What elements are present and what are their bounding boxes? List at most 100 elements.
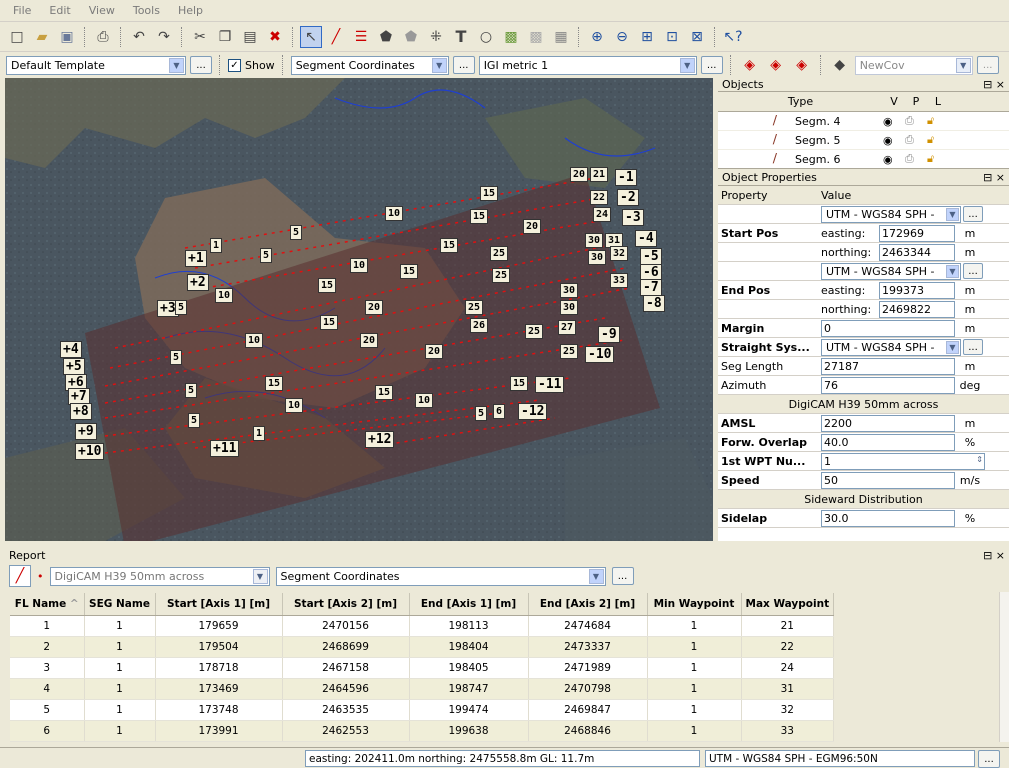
table-row[interactable]: 5 1 173748 2463535 199474 2469847 1 32 [10,699,835,721]
sidelap-input[interactable]: 30.0 [821,509,955,527]
unlock-icon[interactable]: 🔓︎ [927,114,949,128]
col-min-waypoint[interactable]: Min Waypoint [647,593,742,616]
menu-help[interactable]: Help [169,4,212,17]
coverage-add-icon[interactable]: ◈ [791,54,813,76]
visibility-eye-icon[interactable]: ◉ [883,134,905,147]
col-fl-name[interactable]: FL Name ^ [10,593,85,616]
printer-icon[interactable]: ⎙ [905,133,927,147]
image-layer-3-icon[interactable]: ▦ [550,26,572,48]
coord-mode-browse-button[interactable]: ... [452,56,475,74]
speed-input[interactable]: 50 [821,471,955,489]
circle-icon[interactable]: ○ [475,26,497,48]
unlock-icon[interactable]: 🔓︎ [927,152,949,166]
open-folder-icon[interactable]: ▰ [31,26,53,48]
map-view[interactable]: -1 -2 -3 -4 -5 -6 -7 -8 -9 -10 -11 -12 +… [5,78,713,541]
segment-end-label[interactable]: -4 [635,230,657,247]
show-checkbox[interactable]: ✓ [228,58,241,72]
segment-end-label[interactable]: -10 [585,346,615,363]
start-crs-select[interactable]: UTM - WGS84 SPH - ▼ [821,205,961,223]
segment-end-label[interactable]: -8 [643,295,665,312]
menu-view[interactable]: View [80,4,124,17]
coverage-diamond-icon[interactable]: ◆ [829,54,851,76]
table-row[interactable]: 6 1 173991 2462553 199638 2468846 1 33 [10,720,835,742]
segment-end-label[interactable]: -11 [535,376,565,393]
metric-browse-button[interactable]: ... [700,56,723,74]
new-file-icon[interactable]: □ [6,26,28,48]
report-camera-select[interactable]: DigiCAM H39 50mm across ▼ [49,566,270,586]
zoom-out-icon[interactable]: ⊖ [611,26,633,48]
azimuth-input[interactable]: 76 [821,376,955,394]
col-end-axis1[interactable]: End [Axis 1] [m] [409,593,529,616]
zoom-window-icon[interactable]: ⊡ [661,26,683,48]
object-row[interactable]: ⧸ Segm. 6 ◉ ⎙ 🔓︎ [718,150,1009,169]
segment-start-label[interactable]: +1 [185,250,207,267]
polygon-2-icon[interactable]: ⬟ [400,26,422,48]
col-end-axis2[interactable]: End [Axis 2] [m] [528,593,648,616]
segment-start-label[interactable]: +8 [70,403,92,420]
undo-icon[interactable]: ↶ [128,26,150,48]
printer-icon[interactable]: ⎙ [905,114,927,128]
menu-file[interactable]: File [4,4,40,17]
printer-icon[interactable]: ⎙ [905,152,927,166]
object-row[interactable]: ⧸ Segm. 5 ◉ ⎙ 🔓︎ [718,131,1009,150]
segment-end-label[interactable]: -5 [640,248,662,265]
first-wpt-spinner[interactable]: 1 ⇕ [821,452,985,470]
object-row[interactable]: ⧸ Segm. 4 ◉ ⎙ 🔓︎ [718,112,1009,131]
segments-icon[interactable]: ☰ [350,26,372,48]
straight-sys-select[interactable]: UTM - WGS84 SPH - ▼ [821,338,961,356]
grid-icon[interactable]: ⁜ [425,26,447,48]
segment-start-label[interactable]: +12 [365,431,395,448]
table-row[interactable]: 1 1 179659 2470156 198113 2474684 1 21 [10,615,835,637]
help-pointer-icon[interactable]: ↖? [722,26,744,48]
select-pointer-icon[interactable]: ↖ [300,25,322,48]
segment-end-label[interactable]: -1 [615,169,637,186]
undock-icon[interactable]: ⊟ × [983,549,1005,562]
coverage-browse-button[interactable]: ... [976,56,999,74]
polygon-icon[interactable]: ⬟ [375,26,397,48]
metric-select[interactable]: IGI metric 1 ▼ [478,55,697,75]
segment-start-label[interactable]: +2 [187,274,209,291]
redo-icon[interactable]: ↷ [153,26,175,48]
undock-icon[interactable]: ⊟ × [983,78,1005,91]
menu-edit[interactable]: Edit [40,4,79,17]
end-crs-browse-button[interactable]: ... [963,263,983,279]
status-crs-browse-button[interactable]: ... [978,750,1000,768]
straight-sys-browse-button[interactable]: ... [963,339,983,355]
unlock-icon[interactable]: 🔓︎ [927,133,949,147]
forw-overlap-input[interactable]: 40.0 [821,433,955,451]
start-easting-input[interactable]: 172969 [879,224,955,242]
table-row[interactable]: 4 1 173469 2464596 198747 2470798 1 31 [10,678,835,700]
seg-length-input[interactable]: 27187 [821,357,955,375]
col-max-waypoint[interactable]: Max Waypoint [741,593,835,616]
coord-mode-select[interactable]: Segment Coordinates ▼ [290,55,449,75]
coverage-select[interactable]: NewCov ▼ [854,55,973,75]
report-scrollbar[interactable] [999,592,1009,742]
segment-end-label[interactable]: -3 [622,209,644,226]
segment-end-label[interactable]: -12 [518,403,548,420]
start-northing-input[interactable]: 2463344 [879,243,955,261]
margin-input[interactable]: 0 [821,319,955,337]
draw-line-icon[interactable]: ╱ [325,26,347,48]
segment-start-label[interactable]: +10 [75,443,105,460]
template-select[interactable]: Default Template ▼ [6,55,186,75]
save-icon[interactable]: ▣ [56,26,78,48]
spinner-icon[interactable]: ⇕ [976,455,983,464]
segment-start-label[interactable]: +5 [63,358,85,375]
visibility-eye-icon[interactable]: ◉ [883,115,905,128]
image-layer-icon[interactable]: ▩ [500,26,522,48]
start-crs-browse-button[interactable]: ... [963,206,983,222]
segment-start-label[interactable]: +11 [210,440,240,457]
table-row[interactable]: 3 1 178718 2467158 198405 2471989 1 24 [10,657,835,679]
copy-icon[interactable]: ❐ [214,26,236,48]
draw-line-icon[interactable]: ╱ [9,565,31,587]
segment-start-label[interactable]: +4 [60,341,82,358]
col-start-axis2[interactable]: Start [Axis 2] [m] [282,593,410,616]
text-tool-icon[interactable]: T [450,26,472,48]
zoom-in-icon[interactable]: ⊕ [586,26,608,48]
status-crs-select[interactable]: UTM - WGS84 SPH - EGM96:50N [705,750,975,767]
report-coord-browse-button[interactable]: ... [611,567,634,585]
image-layer-2-icon[interactable]: ▩ [525,26,547,48]
delete-icon[interactable]: ✖ [264,26,286,48]
col-start-axis1[interactable]: Start [Axis 1] [m] [155,593,283,616]
print-icon[interactable]: ⎙ [92,26,114,48]
